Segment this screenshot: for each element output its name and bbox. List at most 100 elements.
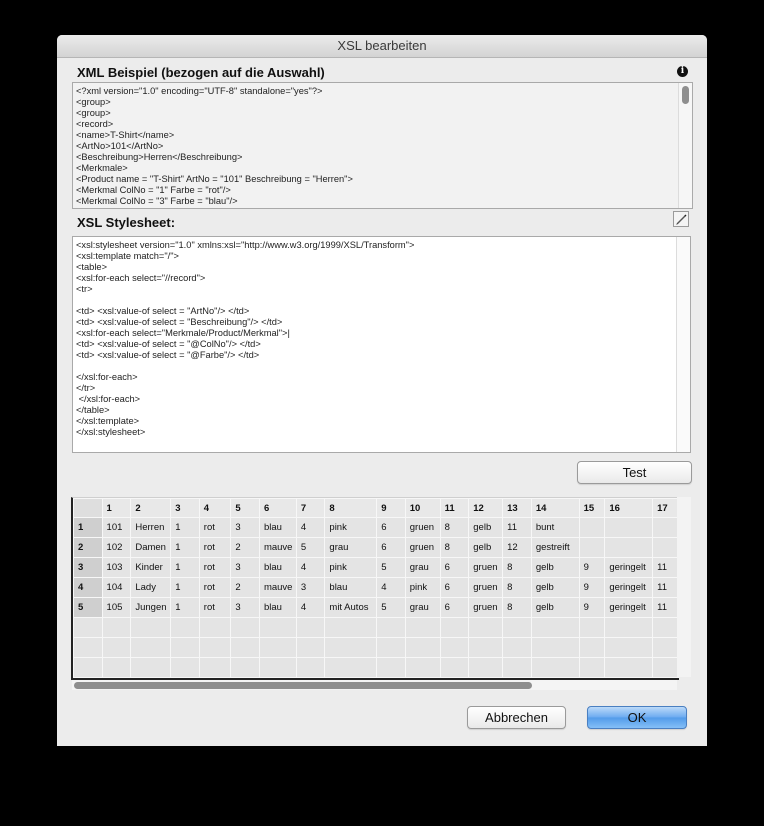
table-cell[interactable]: 5	[376, 557, 406, 578]
table-cell[interactable]: rot	[198, 517, 232, 538]
table-cell[interactable]	[604, 517, 654, 538]
empty-cell[interactable]	[170, 657, 200, 678]
table-cell[interactable]: gelb	[530, 577, 580, 598]
xml-scroll-thumb[interactable]	[682, 86, 689, 104]
empty-cell[interactable]	[170, 637, 200, 658]
table-cell[interactable]	[578, 517, 606, 538]
ok-button[interactable]: OK	[587, 706, 687, 729]
table-cell[interactable]: blau	[258, 557, 297, 578]
table-cell[interactable]: mit Autos	[324, 597, 378, 618]
column-header[interactable]: 4	[198, 498, 232, 518]
table-row[interactable]: 4 104 Lady 1 rot 2 mauve 3 blau 4 pink 6 gruen 8 gelb 9…	[73, 577, 679, 598]
empty-cell[interactable]	[258, 657, 297, 678]
empty-cell[interactable]	[258, 617, 297, 638]
column-header[interactable]: 7	[295, 498, 326, 518]
table-cell[interactable]: 1	[170, 517, 200, 538]
empty-cell[interactable]	[295, 617, 326, 638]
table-cell[interactable]: 6	[376, 517, 406, 538]
empty-cell[interactable]	[578, 617, 606, 638]
table-cell[interactable]: 2	[230, 537, 260, 558]
table-cell[interactable]: 9	[578, 597, 606, 618]
column-header[interactable]: 15	[578, 498, 606, 518]
table-cell[interactable]: Jungen	[130, 597, 172, 618]
table-cell[interactable]: 1	[170, 577, 200, 598]
empty-cell[interactable]	[324, 637, 378, 658]
empty-cell[interactable]	[439, 617, 470, 638]
empty-cell[interactable]	[530, 617, 580, 638]
table-cell[interactable]: rot	[198, 557, 232, 578]
grid-horizontal-scrollbar[interactable]	[72, 680, 677, 690]
empty-cell[interactable]	[502, 657, 532, 678]
row-header[interactable]: 3	[73, 557, 103, 578]
column-header[interactable]: 5	[230, 498, 260, 518]
empty-cell[interactable]	[324, 617, 378, 638]
empty-cell[interactable]	[324, 657, 378, 678]
table-cell[interactable]: 11	[652, 577, 679, 598]
table-cell[interactable]: 3	[230, 517, 260, 538]
xsl-vertical-scrollbar[interactable]	[676, 237, 690, 452]
empty-cell[interactable]	[230, 657, 260, 678]
empty-cell[interactable]	[652, 657, 679, 678]
table-cell[interactable]: blau	[324, 577, 378, 598]
table-cell[interactable]: mauve	[258, 577, 297, 598]
empty-cell[interactable]	[468, 617, 504, 638]
column-header[interactable]: 8	[324, 498, 378, 518]
table-cell[interactable]: 8	[502, 597, 532, 618]
table-cell[interactable]: Lady	[130, 577, 172, 598]
table-cell[interactable]	[652, 517, 679, 538]
table-cell[interactable]: 11	[652, 557, 679, 578]
table-cell[interactable]: 3	[230, 597, 260, 618]
table-cell[interactable]: gestreift	[530, 537, 580, 558]
test-button[interactable]: Test	[577, 461, 692, 484]
empty-cell[interactable]	[376, 637, 406, 658]
row-header[interactable]: 5	[73, 597, 103, 618]
grid-corner-cell[interactable]	[73, 498, 103, 518]
table-cell[interactable]: 8	[502, 557, 532, 578]
table-cell[interactable]: 3	[295, 577, 326, 598]
table-row[interactable]: 3 103 Kinder 1 rot 3 blau 4 pink 5 grau 6 gruen 8 gelb…	[73, 557, 679, 578]
table-cell[interactable]: gelb	[468, 537, 504, 558]
empty-cell[interactable]	[198, 637, 232, 658]
table-cell[interactable]: bunt	[530, 517, 580, 538]
table-cell[interactable]: 8	[502, 577, 532, 598]
table-cell[interactable]: gelb	[530, 557, 580, 578]
table-row[interactable]: 1 101 Herren 1 rot 3 blau 4 pink 6 gruen 8 gelb 11 bun…	[73, 517, 679, 538]
empty-cell[interactable]	[101, 617, 132, 638]
table-cell[interactable]: 8	[439, 517, 470, 538]
empty-cell[interactable]	[578, 637, 606, 658]
xsl-editor[interactable]: <xsl:stylesheet version="1.0" xmlns:xsl=…	[72, 236, 691, 453]
empty-cell[interactable]	[130, 617, 172, 638]
empty-cell[interactable]	[73, 617, 103, 638]
column-header[interactable]: 1	[101, 498, 132, 518]
table-cell[interactable]: pink	[324, 517, 378, 538]
table-cell[interactable]: 9	[578, 557, 606, 578]
table-cell[interactable]: 9	[578, 577, 606, 598]
table-cell[interactable]: grau	[404, 597, 441, 618]
empty-cell[interactable]	[439, 637, 470, 658]
empty-cell[interactable]	[604, 617, 654, 638]
table-cell[interactable]: 4	[376, 577, 406, 598]
column-header[interactable]: 11	[439, 498, 470, 518]
table-cell[interactable]: 4	[295, 517, 326, 538]
table-cell[interactable]	[604, 537, 654, 558]
table-cell[interactable]	[578, 537, 606, 558]
empty-cell[interactable]	[295, 637, 326, 658]
empty-cell[interactable]	[578, 657, 606, 678]
empty-cell[interactable]	[376, 657, 406, 678]
empty-row[interactable]	[73, 617, 679, 638]
column-header[interactable]: 9	[376, 498, 406, 518]
empty-cell[interactable]	[468, 637, 504, 658]
empty-cell[interactable]	[101, 637, 132, 658]
empty-cell[interactable]	[230, 637, 260, 658]
table-cell[interactable]: gruen	[468, 557, 504, 578]
empty-cell[interactable]	[530, 637, 580, 658]
table-cell[interactable]: gelb	[530, 597, 580, 618]
table-cell[interactable]: 5	[376, 597, 406, 618]
empty-cell[interactable]	[604, 657, 654, 678]
empty-cell[interactable]	[230, 617, 260, 638]
table-cell[interactable]: grau	[404, 557, 441, 578]
empty-cell[interactable]	[404, 617, 441, 638]
empty-cell[interactable]	[101, 657, 132, 678]
column-header[interactable]: 2	[130, 498, 172, 518]
empty-cell[interactable]	[73, 637, 103, 658]
